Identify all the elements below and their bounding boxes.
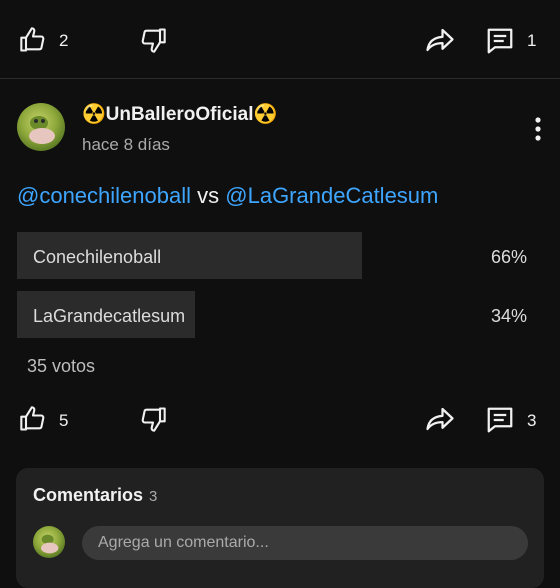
- more-options-button[interactable]: [530, 114, 546, 144]
- comments-header: Comentarios 3: [33, 485, 157, 506]
- avatar: [33, 526, 65, 558]
- post-time: hace 8 días: [82, 135, 170, 154]
- mention-link-b[interactable]: @LaGrandeCatlesum: [225, 183, 438, 208]
- comments-title: Comentarios: [33, 485, 144, 505]
- vote-count: 35 votos: [27, 356, 96, 376]
- poll-option-label[interactable]: Conechilenoball: [33, 247, 161, 268]
- dislike-button[interactable]: [138, 405, 168, 433]
- like-count: 2: [59, 31, 69, 50]
- vs-text: vs: [197, 183, 220, 208]
- share-button[interactable]: [424, 404, 456, 434]
- comment-count: 1: [527, 31, 537, 50]
- comments-count: 3: [149, 488, 158, 505]
- poll-option-percent: 34%: [491, 306, 528, 326]
- comment-icon: [487, 407, 513, 433]
- like-icon: [20, 27, 45, 52]
- share-button[interactable]: [424, 25, 456, 55]
- comment-icon: [487, 28, 513, 54]
- dislike-icon: [141, 407, 166, 432]
- dislike-icon: [141, 28, 166, 53]
- divider: [0, 78, 560, 79]
- poll-option-label[interactable]: LaGrandecatlesum: [33, 306, 185, 327]
- like-button[interactable]: [18, 405, 48, 433]
- mention-link-a[interactable]: @conechilenoball: [17, 183, 191, 208]
- dislike-button[interactable]: [138, 26, 168, 54]
- like-count: 5: [59, 411, 69, 430]
- author-name[interactable]: ☢️UnBalleroOficial☢️: [82, 102, 277, 126]
- comments-button[interactable]: [485, 405, 515, 435]
- comment-count: 3: [527, 411, 537, 430]
- comments-button[interactable]: [485, 26, 515, 56]
- share-icon: [426, 28, 454, 52]
- comment-input[interactable]: Agrega un comentario...: [82, 526, 528, 560]
- post-text: @conechilenoball vs @LaGrandeCatlesum: [17, 183, 438, 209]
- like-button[interactable]: [18, 26, 48, 54]
- like-icon: [20, 406, 45, 431]
- avatar[interactable]: [17, 103, 65, 151]
- share-icon: [426, 407, 454, 431]
- poll-option-percent: 66%: [491, 247, 528, 267]
- more-vert-icon: [535, 117, 541, 141]
